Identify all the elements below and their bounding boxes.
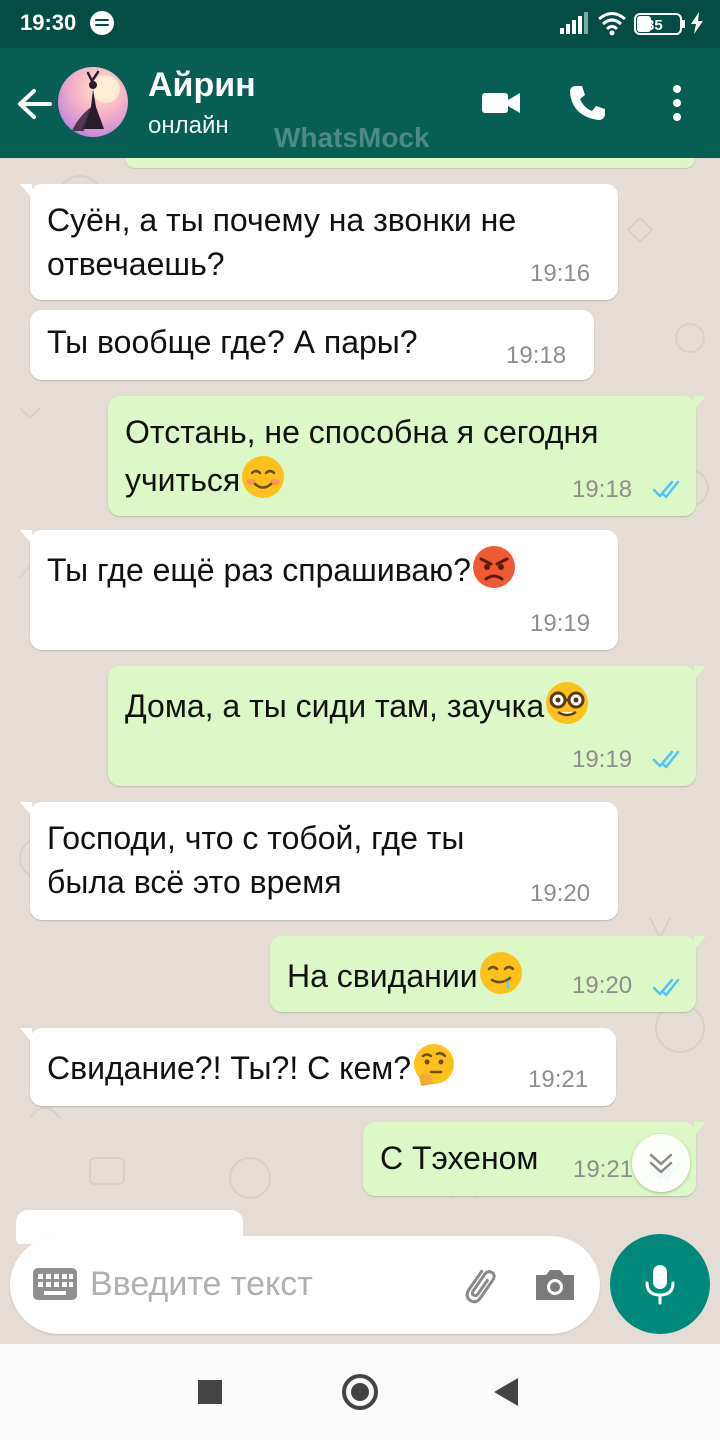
angry-face-emoji: [472, 546, 515, 588]
message-text: Суён, а ты почему на звонки не отвечаешь…: [47, 202, 517, 282]
scroll-down-button[interactable]: [632, 1134, 690, 1192]
message-text: Дома, а ты сиди там, заучка: [125, 680, 590, 728]
message-composer[interactable]: Введите текст: [10, 1236, 600, 1334]
wifi-icon: [598, 12, 626, 36]
more-vert-icon[interactable]: [652, 78, 702, 128]
keyboard-icon[interactable]: [32, 1266, 78, 1302]
message-outgoing[interactable]: Дома, а ты сиди там, заучка 19:19: [108, 666, 706, 786]
message-incoming[interactable]: Суён, а ты почему на звонки не отвечаешь…: [20, 184, 618, 300]
message-time: 19:16: [530, 260, 591, 287]
message-incoming[interactable]: Свидание?! Ты?! С кем? 19:21: [20, 1028, 616, 1106]
message-text: Господи, что с тобой, где ты была всё эт…: [47, 820, 465, 900]
chat-area[interactable]: Суён, а ты почему на звонки не отвечаешь…: [0, 158, 720, 1244]
message-text: Ты где ещё раз спрашиваю?: [47, 544, 517, 592]
message-time: 19:19: [572, 746, 633, 773]
system-nav-bar: [0, 1344, 720, 1440]
message-time: 19:18: [572, 476, 633, 503]
read-receipt-icon: [652, 978, 680, 997]
status-time: 19:30: [20, 10, 77, 35]
message-text: Свидание?! Ты?! С кем?: [47, 1042, 457, 1090]
previous-message-edge: [125, 158, 695, 168]
read-receipt-icon: [652, 750, 680, 769]
message-text: Отстань, не способна я сегодня учиться: [125, 414, 599, 498]
back-icon[interactable]: [494, 1378, 518, 1406]
camera-icon[interactable]: [530, 1260, 580, 1310]
battery-icon: 35: [634, 13, 685, 35]
paperclip-icon[interactable]: [454, 1260, 504, 1310]
chat-header: Айрин онлайн WhatsMock: [0, 48, 720, 158]
message-text: На свидании: [287, 950, 524, 998]
charging-icon: [691, 12, 703, 34]
recents-icon[interactable]: [198, 1380, 222, 1404]
message-time: 19:21: [528, 1066, 589, 1093]
message-incoming[interactable]: Ты где ещё раз спрашиваю? 19:19: [20, 530, 618, 650]
message-outgoing[interactable]: На свидании 19:20: [270, 936, 706, 1012]
message-time: 19:20: [530, 880, 591, 907]
message-time: 19:21: [573, 1156, 634, 1183]
status-bar: 19:30 35: [0, 0, 720, 48]
signal-icon: [560, 12, 588, 34]
message-time: 19:18: [506, 342, 567, 369]
message-text: Ты вообще где? А пары?: [47, 324, 418, 360]
video-call-icon[interactable]: [476, 78, 526, 128]
home-icon[interactable]: [342, 1374, 378, 1410]
thinking-face-emoji: [414, 1044, 455, 1086]
message-input[interactable]: Введите текст: [90, 1265, 313, 1304]
double-chevron-down-icon: [649, 1153, 673, 1174]
message-time: 19:19: [530, 610, 591, 637]
microphone-button[interactable]: [610, 1234, 710, 1334]
message-text: С Тэхеном: [380, 1140, 539, 1176]
message-outgoing[interactable]: Отстань, не способна я сегодня учиться 1…: [108, 396, 706, 516]
phone-icon[interactable]: [562, 78, 612, 128]
read-receipt-icon: [652, 480, 680, 499]
message-incoming[interactable]: Ты вообще где? А пары? 19:18: [30, 310, 594, 380]
contact-status: онлайн: [148, 112, 229, 139]
watermark: WhatsMock: [274, 122, 430, 153]
battery-level: 35: [646, 17, 663, 34]
spotify-icon: [90, 11, 114, 35]
drooling-face-emoji: [479, 952, 522, 994]
smiling-face-emoji: [242, 456, 285, 498]
message-time: 19:20: [572, 972, 633, 999]
microphone-icon: [645, 1265, 675, 1305]
contact-name[interactable]: Айрин: [148, 66, 256, 105]
avatar[interactable]: [58, 67, 128, 137]
message-incoming[interactable]: Господи, что с тобой, где ты была всё эт…: [20, 802, 618, 920]
nerd-face-emoji: [546, 682, 589, 724]
back-arrow-icon[interactable]: [14, 84, 54, 124]
